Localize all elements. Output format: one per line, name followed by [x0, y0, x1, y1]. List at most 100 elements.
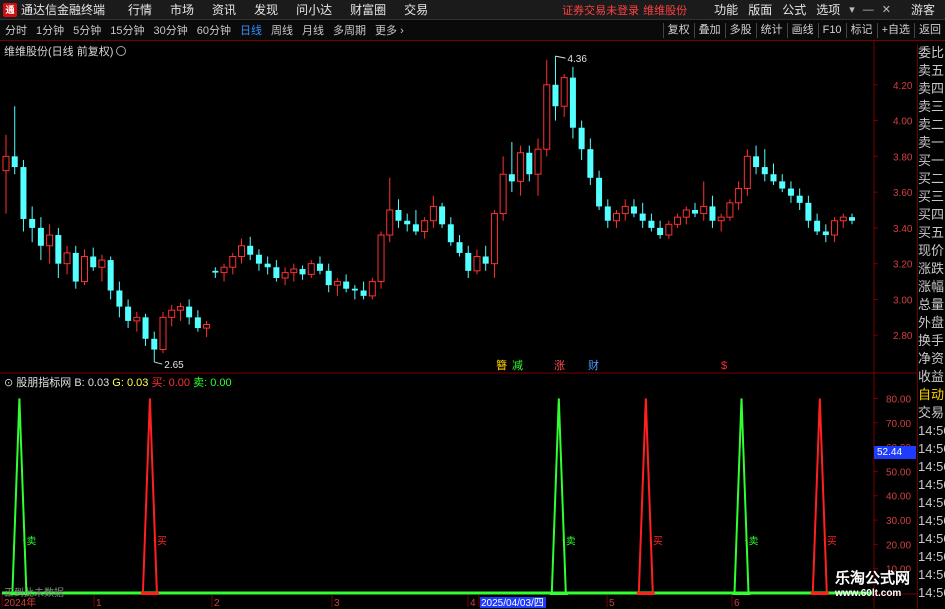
trade-login-warning[interactable]: 证券交易未登录	[562, 2, 639, 18]
candle-body	[482, 256, 489, 264]
tool-multistock[interactable]: 多股	[724, 22, 756, 38]
chart-area[interactable]: 4.204.003.803.603.403.203.002.80 ↑卖 ↑卖 ↑卖↑…	[0, 41, 917, 609]
tick-time: 14:56	[918, 495, 945, 510]
period-60min[interactable]: 60分钟	[197, 22, 231, 38]
panel-item[interactable]: 买二	[918, 170, 945, 188]
menu-wealth[interactable]: 财富圈	[350, 1, 386, 18]
date-axis: 2024年 1 2 3 4 2025/04/03/四 5 6	[1, 595, 740, 609]
panel-item[interactable]: 现价	[918, 242, 945, 260]
candle-body	[281, 272, 289, 279]
menu-news[interactable]: 资讯	[212, 1, 236, 18]
tool-draw[interactable]: 画线	[786, 22, 818, 38]
indicator-settings-icon[interactable]: ⊙	[4, 377, 13, 389]
settings-icon[interactable]	[116, 46, 127, 56]
tool-mark[interactable]: 标记	[845, 22, 877, 38]
period-5min[interactable]: 5分钟	[73, 22, 101, 38]
panel-item[interactable]: 交易	[918, 404, 945, 422]
tool-stats[interactable]: 统计	[755, 22, 787, 38]
panel-item[interactable]: 涨跌	[918, 260, 945, 278]
panel-item[interactable]: 卖二	[918, 116, 945, 134]
tick-time: 14:56	[918, 441, 945, 456]
date-label: 4	[470, 598, 476, 609]
panel-item[interactable]: 委比	[918, 44, 945, 62]
indicator-tick-label: 70.00	[886, 419, 911, 430]
date-label: 5	[609, 598, 615, 609]
panel-item[interactable]: 涨幅	[918, 278, 945, 296]
high-pointer	[555, 55, 566, 59]
b-label: B:	[74, 377, 85, 389]
price-tick-label: 3.80	[893, 152, 913, 163]
period-weekly[interactable]: 周线	[271, 22, 293, 38]
candle-body	[726, 202, 734, 218]
panel-item[interactable]: 卖五	[918, 62, 945, 80]
panel-item[interactable]: 换手	[918, 332, 945, 350]
tool-back[interactable]: 返回	[914, 22, 945, 38]
candle-body	[630, 206, 637, 214]
panel-item[interactable]: 卖一	[918, 134, 945, 152]
guest-user[interactable]: 游客	[911, 1, 935, 18]
minimize-icon[interactable]: —	[863, 4, 874, 16]
menu-quotes[interactable]: 行情	[128, 1, 152, 18]
candle-body	[657, 227, 664, 236]
indicator-tick-label: 40.00	[886, 492, 911, 503]
menu-options[interactable]: 选项	[816, 1, 840, 18]
panel-item[interactable]: 净资	[918, 350, 945, 368]
panel-item[interactable]: 总量	[918, 296, 945, 314]
candle-body	[255, 254, 262, 264]
panel-item[interactable]: 买三	[918, 188, 945, 206]
main-chart-title: 维维股份(日线 前复权)	[4, 43, 127, 59]
auto-trade-item[interactable]: 自动	[918, 386, 945, 404]
menu-discover[interactable]: 发现	[254, 1, 278, 18]
menu-market[interactable]: 市场	[170, 1, 194, 18]
close-icon[interactable]: ✕	[882, 3, 891, 16]
tool-f10[interactable]: F10	[817, 22, 846, 38]
period-more[interactable]: 更多 ›	[375, 22, 404, 38]
candle-body	[770, 174, 777, 182]
period-monthly[interactable]: 月线	[302, 22, 324, 38]
tick-time: 14:56	[918, 459, 945, 474]
menu-function[interactable]: 功能	[714, 1, 738, 18]
panel-item[interactable]: 外盘	[918, 314, 945, 332]
panel-item[interactable]: 卖三	[918, 98, 945, 116]
panel-item[interactable]: 买四	[918, 206, 945, 224]
candle-body	[46, 234, 54, 247]
indicator-name[interactable]: 股朋指标网	[16, 377, 71, 389]
period-daily[interactable]: 日线	[240, 22, 262, 38]
period-multi[interactable]: 多周期	[333, 22, 366, 38]
signal-base	[549, 592, 568, 595]
indicator-tick-label: 50.00	[886, 467, 911, 478]
tool-add-watchlist[interactable]: +自选	[876, 22, 914, 38]
period-15min[interactable]: 15分钟	[110, 22, 144, 38]
dropdown-icon[interactable]: ▾	[849, 3, 855, 16]
menu-ask[interactable]: 问小达	[296, 1, 332, 18]
candle-body	[717, 216, 725, 222]
candle-body	[377, 234, 385, 283]
signal-base	[732, 592, 751, 595]
menu-formula[interactable]: 公式	[782, 1, 806, 18]
period-intraday[interactable]: 分时	[5, 22, 27, 38]
menu-trade[interactable]: 交易	[404, 1, 428, 18]
candle-body	[194, 317, 201, 329]
indicator-tick-label: 30.00	[886, 516, 911, 527]
panel-item[interactable]: 买五	[918, 224, 945, 242]
candle-body	[125, 306, 132, 321]
period-1min[interactable]: 1分钟	[36, 22, 64, 38]
panel-item[interactable]: 卖四	[918, 80, 945, 98]
candle-body	[80, 256, 88, 283]
tool-adjust[interactable]: 复权	[662, 22, 694, 38]
candle-body	[587, 149, 594, 178]
menu-layout[interactable]: 版面	[748, 1, 772, 18]
candle-body	[569, 77, 576, 128]
period-30min[interactable]: 30分钟	[154, 22, 188, 38]
signal-label: ↑卖	[21, 535, 36, 547]
tool-overlay[interactable]: 叠加	[693, 22, 725, 38]
candle-body	[578, 127, 585, 150]
panel-item[interactable]: 收益	[918, 368, 945, 386]
panel-item[interactable]: 买一	[918, 152, 945, 170]
event-mark: 涨	[554, 359, 565, 372]
signal-spike	[141, 398, 158, 594]
candle-body	[604, 206, 611, 221]
indicator-hint: 正到此未数据	[4, 588, 64, 599]
candle-body	[490, 213, 498, 265]
price-tick-label: 4.20	[893, 81, 913, 92]
